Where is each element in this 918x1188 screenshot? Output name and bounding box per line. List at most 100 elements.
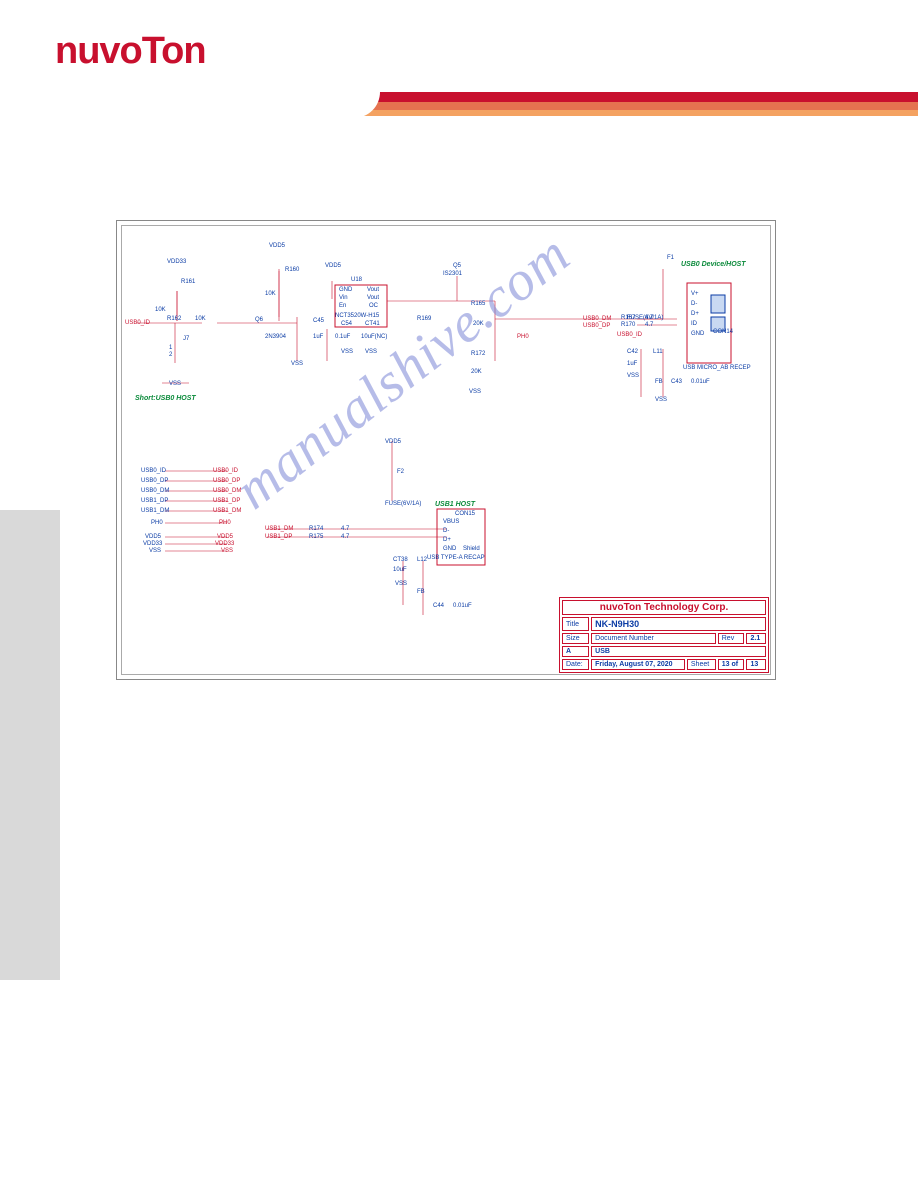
r169-ref: R169 [417, 316, 431, 322]
u18-p3: En [339, 303, 346, 309]
j7-ref: J7 [183, 336, 189, 342]
j7-pin1: 1 [169, 345, 172, 351]
r161-ref: R161 [181, 279, 195, 285]
net-usb0-dm-l: USB0_DM [141, 488, 169, 494]
tb-size-label: Size [562, 633, 589, 644]
con14: CON14 [713, 329, 733, 335]
r174-ref: R174 [309, 526, 323, 532]
tb-docnum: USB [591, 646, 766, 657]
ph0-net: PH0 [517, 334, 529, 340]
u18-p2: Vin [339, 295, 348, 301]
r175-ref: R175 [309, 534, 323, 540]
net-usb1-dp-l: USB1_DP [141, 498, 168, 504]
ct38-val: 10uF [393, 567, 407, 573]
net-usb0-dm-r: USB0_DM [213, 488, 241, 494]
con14-type: USB MICRO_AB RECEP [683, 365, 751, 371]
net-vdd5-l: VDD5 [145, 534, 161, 540]
f2-ref: F2 [397, 469, 404, 475]
tb-sheet-label: Sheet [687, 659, 716, 670]
ct41-ref: CT41 [365, 321, 380, 327]
c54-val: 0.1uF [335, 334, 350, 340]
vdd33-label: VDD33 [167, 259, 186, 265]
c45-ref: C45 [313, 318, 324, 324]
net-vss-r: VSS [221, 548, 233, 554]
u18-part: NCT3520W-H15 [335, 313, 379, 319]
net-usb1-dm-r: USB1_DM [213, 508, 241, 514]
net-vss-l: VSS [149, 548, 161, 554]
vss-1: VSS [169, 381, 181, 387]
r162-ref: R162 [167, 316, 181, 322]
tb-title: NK-N9H30 [591, 617, 766, 631]
tb-rev-label: Rev [718, 633, 745, 644]
title-block: nuvoTon Technology Corp. Title NK-N9H30 … [559, 597, 769, 673]
r162-val: 10K [195, 316, 206, 322]
c44-val: 0.01uF [453, 603, 472, 609]
u18-p5: Vout [367, 295, 379, 301]
c43-val: 0.01uF [691, 379, 710, 385]
vss-6: VSS [627, 373, 639, 379]
net-usb0-dp-r: USB0_DP [213, 478, 240, 484]
r175-val: 4.7 [341, 534, 349, 540]
u18-p6: OC [369, 303, 378, 309]
j7-pin2: 2 [169, 352, 172, 358]
net-usb0-id-r: USB0_ID [213, 468, 238, 474]
vss-4: VSS [365, 349, 377, 355]
net-usb0-id-l: USB0_ID [141, 468, 166, 474]
net-ph0-r: PH0 [219, 520, 231, 526]
net-vdd33-l: VDD33 [143, 541, 162, 547]
net-vdd33-r: VDD33 [215, 541, 234, 547]
vss-3: VSS [341, 349, 353, 355]
vdd5-a: VDD5 [269, 243, 285, 249]
c44-ref: C44 [433, 603, 444, 609]
usb0-section-label: USB0 Device/HOST [681, 261, 746, 268]
r167-val: 4.7 [645, 315, 653, 321]
con15: CON15 [455, 511, 475, 517]
con15-p3: D+ [443, 537, 451, 543]
l11-fb: FB [655, 379, 663, 385]
tb-size: A [562, 646, 589, 657]
r160-ref: R160 [285, 267, 299, 273]
vdd5-b: VDD5 [325, 263, 341, 269]
r167-ref: R167 [621, 315, 635, 321]
con14-p2: D- [691, 301, 697, 307]
page-header: nuvoTon [0, 0, 918, 140]
net-ph0-l: PH0 [151, 520, 163, 526]
con15-p1: VBUS [443, 519, 459, 525]
usb0-id: USB0_ID [617, 332, 642, 338]
con15-p2: D- [443, 528, 449, 534]
vss-2: VSS [291, 361, 303, 367]
usb0-id-net: USB0_ID [125, 320, 150, 326]
net-usb1-dp-r: USB1_DP [213, 498, 240, 504]
c54-ref: C54 [341, 321, 352, 327]
con15-type: USB TYPE-A RECAP [427, 555, 485, 561]
con14-p5: GND [691, 331, 704, 337]
r170-ref: R170 [621, 322, 635, 328]
vss-8: VSS [395, 581, 407, 587]
u18-p1: GND [339, 287, 352, 293]
r160-val: 10K [265, 291, 276, 297]
vdd5-c: VDD5 [385, 439, 401, 445]
con15-p5: Shield [463, 546, 480, 552]
net-usb0-dp-l: USB0_DP [141, 478, 168, 484]
r174-val: 4.7 [341, 526, 349, 532]
tb-company: nuvoTon Technology Corp. [562, 600, 766, 615]
usb0-dm: USB0_DM [583, 316, 611, 322]
c42-ref: C42 [627, 349, 638, 355]
usb1-fuse: FUSE(6V/1A) [385, 501, 421, 507]
tb-date: Friday, August 07, 2020 [591, 659, 685, 670]
grey-sidebar [0, 510, 60, 980]
tb-docnum-label: Document Number [591, 633, 716, 644]
tb-of-label: of [732, 661, 739, 668]
l12-ref: L12 [417, 557, 427, 563]
usb1-section-label: USB1 HOST [435, 501, 475, 508]
u18-ref: U18 [351, 277, 362, 283]
nuvoton-logo: nuvoTon [55, 30, 206, 73]
c45-val: 1uF [313, 334, 323, 340]
usb1-dp: USB1_DP [265, 534, 292, 540]
q5-ref: Q5 [453, 263, 461, 269]
schematic-diagram: VDD33 R161 10K USB0_ID R162 10K J7 1 2 V… [116, 220, 776, 680]
vss-5: VSS [469, 389, 481, 395]
tb-sheet: 13 [722, 661, 730, 668]
tb-title-label: Title [562, 617, 589, 631]
q6-ref: Q6 [255, 317, 263, 323]
